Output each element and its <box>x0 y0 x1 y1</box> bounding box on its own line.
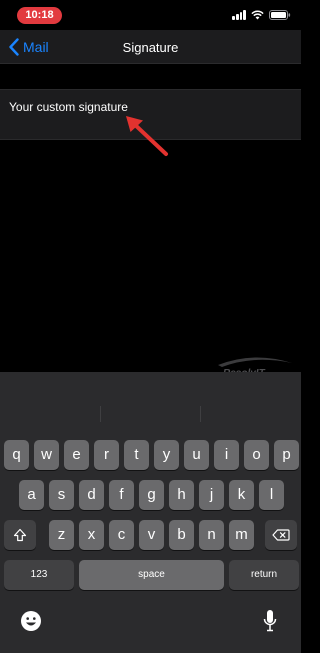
cellular-signal-icon <box>232 10 246 20</box>
key-h[interactable]: h <box>169 480 194 510</box>
content-spacer <box>0 64 301 89</box>
key-w[interactable]: w <box>34 440 59 470</box>
key-q[interactable]: q <box>4 440 29 470</box>
battery-icon <box>269 10 291 20</box>
return-key[interactable]: return <box>229 560 299 590</box>
space-bar[interactable]: space <box>79 560 224 590</box>
key-y[interactable]: y <box>154 440 179 470</box>
key-j[interactable]: j <box>199 480 224 510</box>
shift-icon <box>13 528 27 542</box>
key-n[interactable]: n <box>199 520 224 550</box>
key-g[interactable]: g <box>139 480 164 510</box>
key-r[interactable]: r <box>94 440 119 470</box>
suggestion-divider <box>200 406 201 422</box>
key-z[interactable]: z <box>49 520 74 550</box>
keyboard: q w e r t y u i o p a s d f g h j k l z … <box>0 372 301 653</box>
microphone-icon[interactable] <box>262 609 278 633</box>
key-o[interactable]: o <box>244 440 269 470</box>
emoji-icon[interactable] <box>20 610 42 632</box>
key-u[interactable]: u <box>184 440 209 470</box>
key-p[interactable]: p <box>274 440 299 470</box>
status-time: 10:18 <box>17 7 62 24</box>
shift-key[interactable] <box>4 520 36 550</box>
key-t[interactable]: t <box>124 440 149 470</box>
status-icons <box>232 10 291 20</box>
suggestion-divider <box>100 406 101 422</box>
key-x[interactable]: x <box>79 520 104 550</box>
key-e[interactable]: e <box>64 440 89 470</box>
key-b[interactable]: b <box>169 520 194 550</box>
delete-key[interactable] <box>265 520 297 550</box>
page-title: Signature <box>122 40 179 55</box>
status-bar: 10:18 <box>0 0 301 30</box>
key-k[interactable]: k <box>229 480 254 510</box>
key-f[interactable]: f <box>109 480 134 510</box>
numbers-key[interactable]: 123 <box>4 560 74 590</box>
wifi-icon <box>251 10 264 20</box>
backspace-icon <box>272 529 290 541</box>
signature-text[interactable]: Your custom signature <box>9 100 128 114</box>
key-i[interactable]: i <box>214 440 239 470</box>
key-m[interactable]: m <box>229 520 254 550</box>
suggestion-bar <box>0 372 301 430</box>
key-s[interactable]: s <box>49 480 74 510</box>
annotation-arrow-icon <box>126 116 168 156</box>
key-c[interactable]: c <box>109 520 134 550</box>
key-a[interactable]: a <box>19 480 44 510</box>
navigation-bar: Mail Signature <box>0 30 301 64</box>
key-l[interactable]: l <box>259 480 284 510</box>
key-v[interactable]: v <box>139 520 164 550</box>
key-d[interactable]: d <box>79 480 104 510</box>
